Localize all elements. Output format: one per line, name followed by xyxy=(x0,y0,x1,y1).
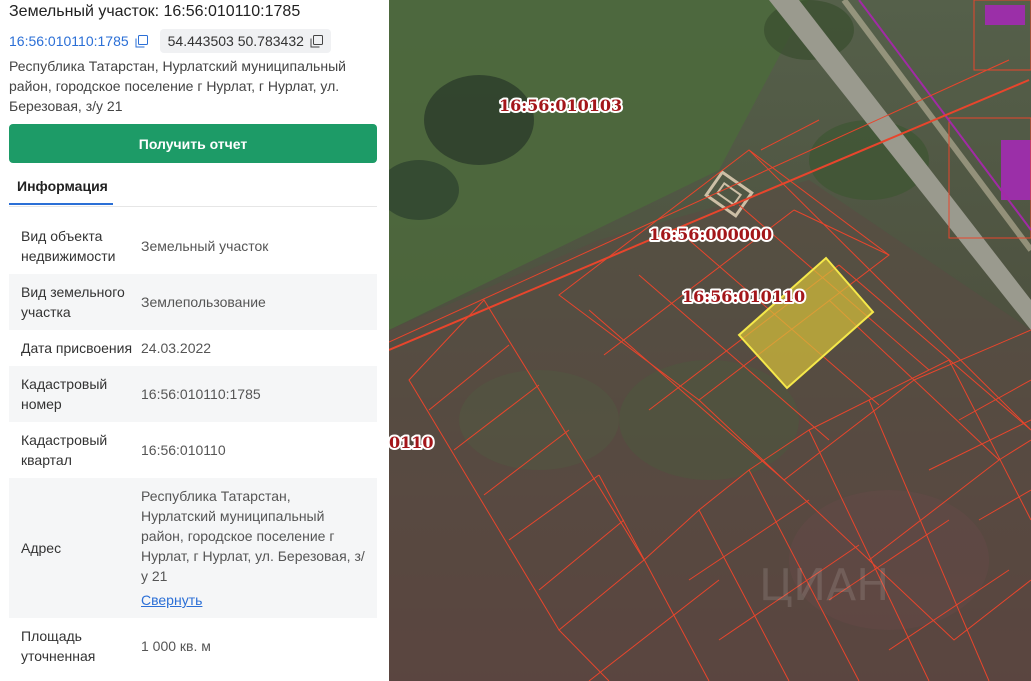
coordinates-chip[interactable]: 54.443503 50.783432 xyxy=(159,29,331,53)
address-cell: Республика Татарстан, Нурлатский муницип… xyxy=(141,486,377,610)
table-row: Вид объекта недвижимости Земельный участ… xyxy=(9,218,377,274)
row-label: Вид объекта недвижимости xyxy=(21,228,116,264)
row-value: 24.03.2022 xyxy=(141,340,212,356)
copy-icon[interactable] xyxy=(310,34,323,48)
coordinates-value: 54.443503 50.783432 xyxy=(167,33,304,49)
row-value: 16:56:010110 xyxy=(141,442,226,458)
info-panel: Земельный участок: 16:56:010110:1785 16:… xyxy=(0,0,389,681)
table-row: Адрес Республика Татарстан, Нурлатский м… xyxy=(9,478,377,618)
label-text: 16:56:000000 xyxy=(649,225,772,244)
watermark: ЦИАН xyxy=(759,560,889,611)
label-text: 16:56:010103 xyxy=(499,96,622,115)
page-title: Земельный участок: 16:56:010110:1785 xyxy=(9,3,301,20)
table-row: Кадастровый квартал 16:56:010110 xyxy=(9,422,377,478)
house-roof xyxy=(985,5,1025,25)
cadastral-map[interactable]: ЦИАН 16:56:010103 16:56:010103 16:56:000… xyxy=(389,0,1031,681)
map-canvas[interactable]: ЦИАН 16:56:010103 16:56:010103 16:56:000… xyxy=(389,0,1031,681)
row-value: 16:56:010110:1785 xyxy=(141,386,261,402)
get-report-button[interactable]: Получить отчет xyxy=(9,124,377,163)
map-label-edge-quarter: 0110 0110 xyxy=(389,431,436,454)
info-table: Вид объекта недвижимости Земельный участ… xyxy=(9,218,377,674)
table-row: Вид земельного участка Землепользование xyxy=(9,274,377,330)
grass-patch xyxy=(619,360,799,480)
tree-cluster xyxy=(424,75,534,165)
row-value: Земельный участок xyxy=(141,238,269,254)
table-row: Кадастровый номер 16:56:010110:1785 xyxy=(9,366,377,422)
row-label: Адрес xyxy=(21,540,62,556)
id-chips: 16:56:010110:1785 54.443503 50.783432 xyxy=(9,29,331,53)
label-text: 0110 xyxy=(389,433,434,452)
collapse-link[interactable]: Свернуть xyxy=(141,590,367,610)
row-label: Дата присвоения xyxy=(21,340,133,356)
copy-icon[interactable] xyxy=(135,34,148,48)
row-label: Площадь уточненная xyxy=(21,628,96,664)
table-row: Дата присвоения 24.03.2022 xyxy=(9,330,377,366)
row-label: Кадастровый квартал xyxy=(21,432,108,468)
row-value: Республика Татарстан, Нурлатский муницип… xyxy=(141,488,365,584)
table-row: Площадь уточненная 1 000 кв. м xyxy=(9,618,377,674)
label-text: 16:56:010110 xyxy=(682,287,805,306)
cadastral-number-chip[interactable]: 16:56:010110:1785 xyxy=(9,29,148,53)
map-label-main-quarter: 16:56:010110 16:56:010110 xyxy=(680,285,807,308)
row-label: Вид земельного участка xyxy=(21,284,125,320)
map-label-north-quarter: 16:56:010103 16:56:010103 xyxy=(497,94,624,117)
tab-divider xyxy=(9,206,377,207)
house-roof xyxy=(1001,140,1031,200)
cadastral-number-link[interactable]: 16:56:010110:1785 xyxy=(9,33,129,49)
map-label-zero: 16:56:000000 16:56:000000 xyxy=(647,223,774,246)
row-value: 1 000 кв. м xyxy=(141,638,211,654)
address-summary: Республика Татарстан, Нурлатский муницип… xyxy=(9,58,346,114)
tab-information[interactable]: Информация xyxy=(9,172,113,205)
row-value: Землепользование xyxy=(141,294,266,310)
row-label: Кадастровый номер xyxy=(21,376,108,412)
